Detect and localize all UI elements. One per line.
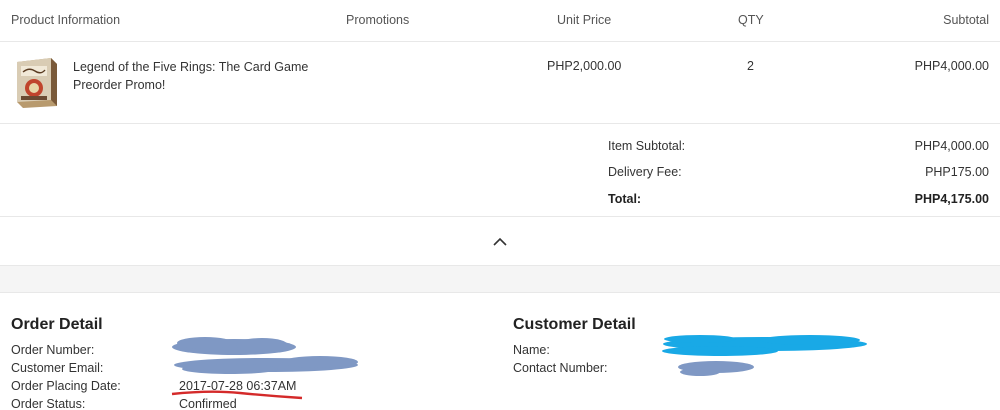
- order-status-label: Order Status:: [11, 397, 86, 410]
- order-detail-title: Order Detail: [11, 316, 103, 333]
- customer-email-redaction: [174, 356, 358, 374]
- table-row: Legend of the Five Rings: The Card Game …: [0, 42, 1000, 124]
- item-subtotal: PHP4,000.00: [914, 59, 989, 73]
- customer-email-label: Customer Email:: [11, 361, 104, 375]
- header-subtotal: Subtotal: [943, 13, 989, 27]
- product-thumbnail[interactable]: [13, 56, 61, 109]
- section-divider: [0, 266, 1000, 293]
- order-summary: Item Subtotal: PHP4,000.00 Delivery Fee:…: [0, 124, 1000, 217]
- header-qty: QTY: [738, 13, 764, 27]
- header-unit-price: Unit Price: [557, 13, 612, 27]
- order-number-redaction: [172, 337, 296, 355]
- table-header: Product Information Promotions Unit Pric…: [0, 0, 1000, 42]
- header-product-information: Product Information: [11, 13, 121, 27]
- unit-price: PHP2,000.00: [547, 59, 622, 73]
- product-name-link[interactable]: Legend of the Five Rings: The Card Game …: [73, 58, 333, 94]
- chevron-up-icon[interactable]: [492, 235, 508, 247]
- contact-number-label: Contact Number:: [513, 361, 608, 375]
- item-subtotal-label: Item Subtotal:: [608, 139, 686, 153]
- customer-name-redaction: [662, 335, 867, 356]
- total-value: PHP4,175.00: [914, 192, 989, 206]
- order-number-label: Order Number:: [11, 343, 95, 357]
- quantity: 2: [747, 59, 754, 73]
- delivery-fee-value: PHP175.00: [925, 165, 989, 179]
- total-label: Total:: [608, 192, 642, 206]
- delivery-fee-label: Delivery Fee:: [608, 165, 682, 179]
- customer-name-label: Name:: [513, 343, 550, 357]
- item-subtotal-value: PHP4,000.00: [914, 139, 989, 153]
- order-status-value: Confirmed: [179, 397, 237, 410]
- header-promotions: Promotions: [346, 13, 410, 27]
- order-date-value: 2017-07-28 06:37AM: [179, 379, 297, 393]
- customer-detail-title: Customer Detail: [513, 316, 636, 333]
- contact-number-redaction: [678, 361, 754, 376]
- order-date-label: Order Placing Date:: [11, 379, 121, 393]
- collapse-bar: [0, 217, 1000, 266]
